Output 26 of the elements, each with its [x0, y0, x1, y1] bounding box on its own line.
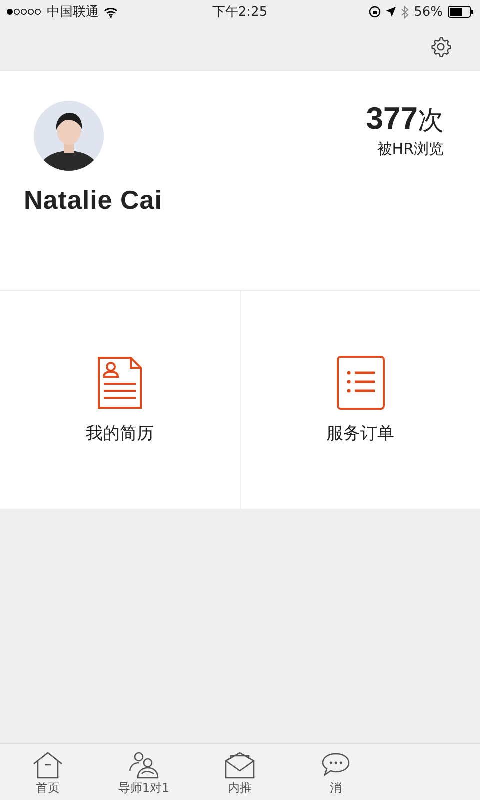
tab[interactable]: 导师1对1 [96, 744, 192, 800]
battery-percent: 56% [414, 4, 443, 20]
people-icon [128, 751, 160, 779]
rotation-lock-icon [369, 6, 382, 18]
user-name: Natalie Cai [24, 185, 162, 216]
carrier-name: 中国联通 [47, 4, 99, 21]
list-icon [336, 356, 384, 410]
signal-icon [6, 8, 42, 16]
tab[interactable]: 内推 [192, 744, 288, 800]
view-unit: 次 [418, 105, 444, 138]
home-icon [32, 751, 64, 779]
clock-time: 下午2:25 [212, 4, 268, 21]
battery-icon [448, 6, 474, 18]
tab[interactable]: 首页 [0, 744, 96, 800]
wifi-icon [104, 6, 118, 18]
view-count: 377 [366, 101, 418, 137]
settings-icon[interactable] [430, 36, 452, 58]
envelope-icon [224, 751, 256, 779]
location-arrow-icon [386, 7, 396, 17]
tab[interactable]: 消 [288, 744, 384, 800]
resume-document-icon [97, 356, 143, 410]
menu-tile[interactable]: 我的简历 [0, 291, 240, 509]
view-label: 被HR浏览 [377, 140, 444, 159]
chat-bubble-icon [320, 751, 352, 779]
menu-tile[interactable]: 服务订单 [240, 291, 480, 509]
bluetooth-icon [401, 6, 410, 18]
